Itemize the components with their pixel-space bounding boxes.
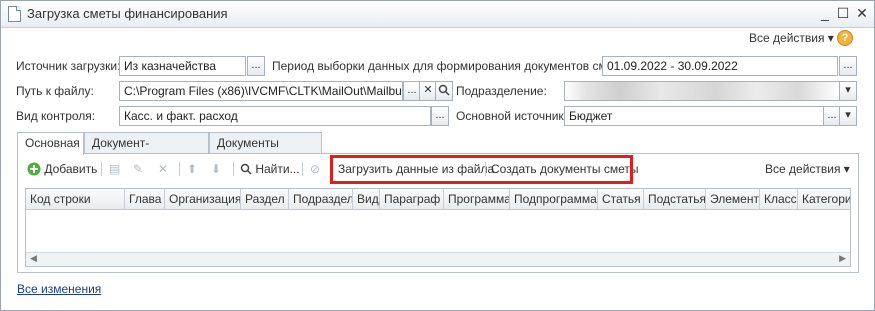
- all-changes-link[interactable]: Все изменения: [17, 282, 101, 296]
- scroll-right-icon[interactable]: ▶: [839, 253, 846, 264]
- column-header[interactable]: Подпрограмма: [510, 189, 598, 209]
- column-header[interactable]: Код строки: [26, 189, 125, 209]
- add-icon: [27, 162, 41, 176]
- minimize-button[interactable]: _: [816, 4, 834, 22]
- source-select-button[interactable]: ...: [247, 56, 265, 76]
- search-icon: [438, 84, 450, 96]
- close-button[interactable]: ✕: [853, 4, 871, 22]
- column-header[interactable]: Подраздел: [289, 189, 353, 209]
- column-header[interactable]: Элемент: [706, 189, 760, 209]
- all-actions-menu-grid[interactable]: Все действия ▾: [765, 159, 850, 179]
- column-header[interactable]: Параграф: [380, 189, 444, 209]
- horizontal-scrollbar[interactable]: ◀ ▶: [26, 252, 850, 266]
- cancel-search-icon[interactable]: ⊘: [310, 159, 320, 179]
- column-header[interactable]: Статья: [598, 189, 644, 209]
- column-header[interactable]: Класс: [760, 189, 798, 209]
- main-source-field[interactable]: Бюджет: [564, 106, 824, 126]
- column-header[interactable]: Подстатья: [644, 189, 706, 209]
- scroll-left-icon[interactable]: ◀: [30, 253, 37, 264]
- tab-estimate-documents[interactable]: Документы сметы: [209, 132, 322, 164]
- division-field[interactable]: [564, 81, 840, 101]
- toolbar-separator: [302, 162, 303, 176]
- edit-icon[interactable]: ✎: [133, 159, 143, 179]
- dialog-window: Загрузка сметы финансирования _ ☐ ✕ Все …: [0, 0, 875, 311]
- period-select-button[interactable]: ...: [839, 56, 857, 76]
- window-title: Загрузка сметы финансирования: [27, 6, 228, 21]
- table-header: Код строки Глава Организация Раздел Подр…: [26, 189, 850, 210]
- all-actions-menu-top[interactable]: Все действия ▾: [749, 31, 834, 45]
- delete-icon[interactable]: ✕: [158, 159, 168, 179]
- data-table[interactable]: Код строки Глава Организация Раздел Подр…: [25, 188, 851, 267]
- find-button-label: Найти...: [255, 162, 300, 176]
- path-label: Путь к файлу:: [16, 84, 94, 98]
- main-source-label: Основной источник:: [456, 109, 567, 123]
- maximize-button[interactable]: ☐: [834, 4, 852, 22]
- toolbar-separator: [233, 162, 234, 176]
- period-label: Период выборки данных для формирования д…: [272, 59, 631, 73]
- help-icon[interactable]: ?: [837, 30, 853, 46]
- column-header[interactable]: Категори: [798, 189, 850, 209]
- main-source-open-button[interactable]: ▾: [839, 106, 857, 126]
- search-icon: [240, 163, 252, 175]
- path-open-button[interactable]: [435, 81, 453, 101]
- column-header[interactable]: Организация: [165, 189, 241, 209]
- add-button[interactable]: Добавить: [27, 159, 97, 179]
- column-header[interactable]: Программа: [444, 189, 510, 209]
- path-field[interactable]: C:\Program Files (x86)\IVCMF\CLTK\MailOu…: [119, 81, 403, 101]
- tab-main[interactable]: Основная: [17, 132, 84, 155]
- tab-base-document[interactable]: Документ-основание: [84, 132, 209, 164]
- source-label: Источник загрузки:: [16, 59, 121, 73]
- period-field[interactable]: 01.09.2022 - 30.09.2022: [602, 56, 838, 76]
- column-header[interactable]: Глава: [125, 189, 165, 209]
- control-label: Вид контроля:: [16, 109, 96, 123]
- add-button-label: Добавить: [44, 162, 98, 176]
- control-select-button[interactable]: ...: [431, 106, 449, 126]
- control-field[interactable]: Касс. и факт. расход: [119, 106, 431, 126]
- title-bar: Загрузка сметы финансирования _ ☐ ✕: [1, 1, 874, 28]
- find-button[interactable]: Найти...: [240, 159, 300, 179]
- toolbar-separator: [179, 162, 180, 176]
- document-icon: [8, 6, 21, 22]
- source-field[interactable]: Из казначейства: [119, 56, 246, 76]
- move-down-icon[interactable]: ⬇: [211, 159, 221, 179]
- move-up-icon[interactable]: ⬆: [187, 159, 197, 179]
- division-label: Подразделение:: [456, 84, 547, 98]
- column-header[interactable]: Раздел: [241, 189, 289, 209]
- highlight-box: [330, 155, 633, 184]
- division-dropdown-button[interactable]: ▾: [839, 81, 857, 101]
- copy-icon[interactable]: ▤: [109, 159, 120, 179]
- column-header[interactable]: Вид: [353, 189, 380, 209]
- toolbar-separator: [101, 162, 102, 176]
